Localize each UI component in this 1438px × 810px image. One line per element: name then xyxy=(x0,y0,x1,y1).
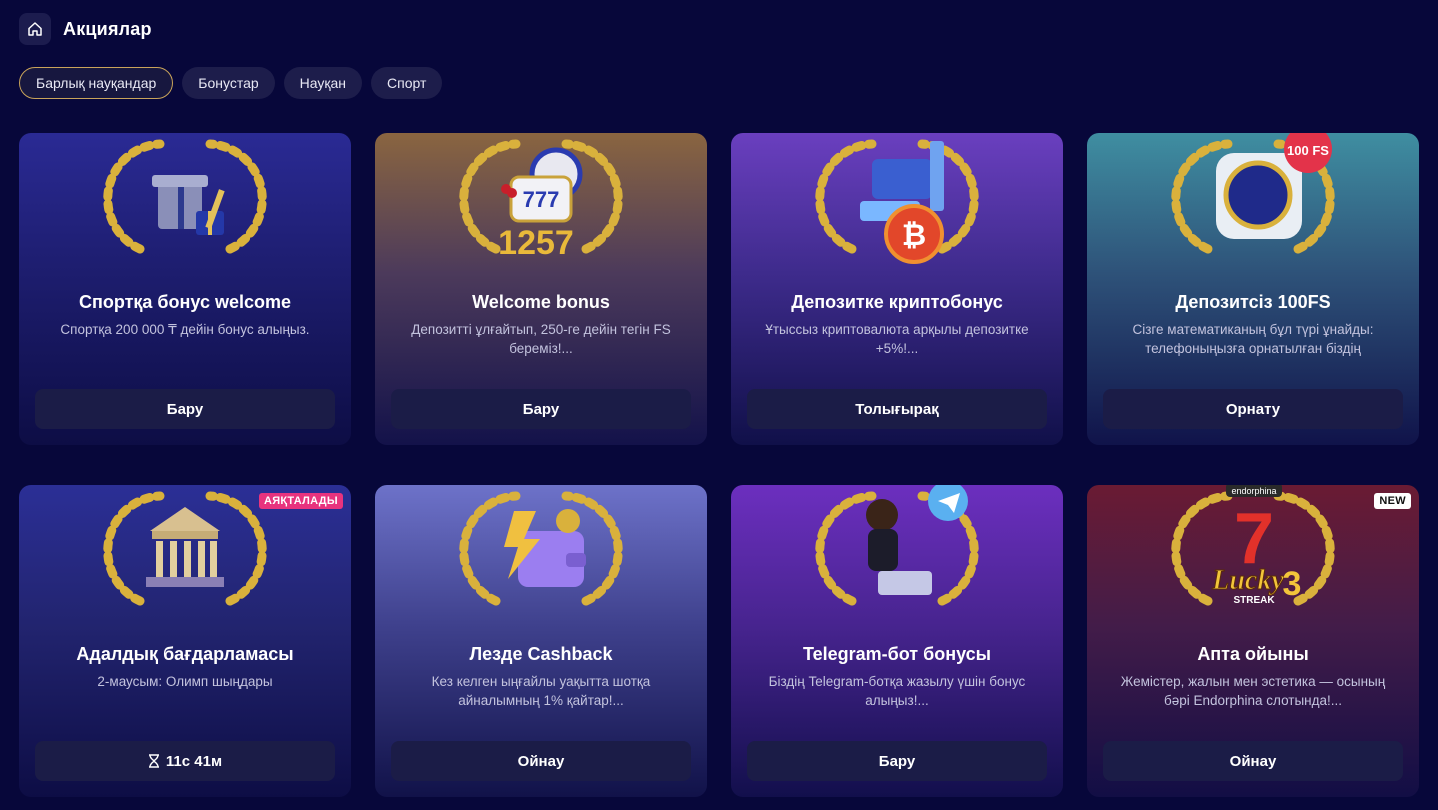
card-timer-button[interactable]: 11с 41м xyxy=(35,741,335,781)
card-title: Спортқа бонус welcome xyxy=(78,292,292,312)
timer-label: 11с 41м xyxy=(165,752,223,770)
button-label: Ойнау xyxy=(517,752,565,770)
card-go-button[interactable]: Бару xyxy=(747,741,1047,781)
home-button[interactable] xyxy=(19,13,51,45)
temple-icon xyxy=(103,491,267,606)
promo-grid: Спортқа бонус welcome Спортқа 200 000 ₸ … xyxy=(19,133,1419,797)
card-title: Welcome bonus xyxy=(472,292,610,312)
home-icon xyxy=(28,22,42,36)
card-title: Лезде Cashback xyxy=(469,644,613,664)
card-title: Telegram-бот бонусы xyxy=(802,644,992,664)
lucky-streak-icon: endorphina 7 Lucky STREAK 3 xyxy=(1171,485,1335,606)
button-label: Толығырақ xyxy=(855,400,939,418)
promo-card-game-of-week[interactable]: endorphina 7 Lucky STREAK 3 NEW Апта ойы… xyxy=(1087,485,1419,797)
filter-bonuses[interactable]: Бонустар xyxy=(182,67,275,99)
page-title: Акциялар xyxy=(63,18,152,39)
button-label: Ойнау xyxy=(1229,752,1277,770)
card-title: Адалдық бағдарламасы xyxy=(76,644,294,664)
button-label: Орнату xyxy=(1225,400,1281,418)
gift-box-icon xyxy=(103,139,267,254)
card-description: Депозитті ұлғайтып, 250-ге дейін тегін F… xyxy=(411,322,671,356)
svg-text:STREAK: STREAK xyxy=(1233,595,1275,606)
wallet-icon xyxy=(459,491,623,606)
promo-card-telegram[interactable]: Telegram-бот бонусы Біздің Telegram-ботқ… xyxy=(731,485,1063,797)
card-description: 2-маусым: Олимп шыңдары xyxy=(97,674,273,689)
svg-text:₿: ₿ xyxy=(902,218,926,253)
card-description: Сізге математиканың бұл түрі ұнайды: тел… xyxy=(1132,322,1374,356)
card-description: Спортқа 200 000 ₸ дейін бонус алыңыз. xyxy=(60,322,310,337)
page-header: Акциялар xyxy=(19,13,152,45)
card-title: Депозитсіз 100FS xyxy=(1175,292,1331,312)
hourglass-icon xyxy=(148,754,159,768)
filter-chips: Барлық науқандар Бонустар Науқан Спорт xyxy=(19,67,443,99)
button-label: Бару xyxy=(522,400,560,418)
svg-text:1257: 1257 xyxy=(498,224,574,262)
filter-campaign[interactable]: Науқан xyxy=(283,67,363,99)
svg-text:777: 777 xyxy=(523,187,560,212)
app-icon: 100 FS xyxy=(1171,133,1335,254)
slot-machine-icon: 777 1257 xyxy=(459,139,623,262)
filter-all-campaigns[interactable]: Барлық науқандар xyxy=(19,67,174,99)
card-install-button[interactable]: Орнату xyxy=(1103,389,1403,429)
card-play-button[interactable]: Ойнау xyxy=(391,741,691,781)
card-description: Кез келген ыңғайлы уақытта шотқа айналым… xyxy=(431,674,651,708)
telegram-icon xyxy=(815,485,979,606)
card-go-button[interactable]: Бару xyxy=(391,389,691,429)
button-label: Бару xyxy=(166,400,204,418)
svg-text:100 FS: 100 FS xyxy=(1287,143,1329,158)
card-description: Жемістер, жалын мен эстетика — осының бә… xyxy=(1120,674,1386,708)
card-go-button[interactable]: Бару xyxy=(35,389,335,429)
card-play-button[interactable]: Ойнау xyxy=(1103,741,1403,781)
promo-card-loyalty[interactable]: АЯҚТАЛАДЫ Адалдық бағдарламасы 2-маусым:… xyxy=(19,485,351,797)
promo-card-welcome-bonus[interactable]: 777 1257 Welcome bonus Депозитті ұлғайты… xyxy=(375,133,707,445)
bitcoin-icon: ₿ xyxy=(815,139,979,264)
promo-card-sport-welcome[interactable]: Спортқа бонус welcome Спортқа 200 000 ₸ … xyxy=(19,133,351,445)
promo-card-no-deposit-fs[interactable]: 100 FS Депозитсіз 100FS Сізге математика… xyxy=(1087,133,1419,445)
promo-card-crypto-bonus[interactable]: ₿ Депозитке криптобонус Ұтыссыз криптова… xyxy=(731,133,1063,445)
promo-card-cashback[interactable]: Лезде Cashback Кез келген ыңғайлы уақытт… xyxy=(375,485,707,797)
button-label: Бару xyxy=(878,752,916,770)
svg-text:3: 3 xyxy=(1283,565,1302,603)
card-description: Біздің Telegram-ботқа жазылу үшін бонус … xyxy=(768,674,1026,708)
card-more-button[interactable]: Толығырақ xyxy=(747,389,1047,429)
filter-sport[interactable]: Спорт xyxy=(371,67,443,99)
new-badge: NEW xyxy=(1374,493,1411,509)
card-title: Депозитке криптобонус xyxy=(791,292,1003,312)
svg-text:endorphina: endorphina xyxy=(1231,486,1276,496)
card-description: Ұтыссыз криптовалюта арқылы депозитке +5… xyxy=(765,322,1029,356)
card-title: Апта ойыны xyxy=(1197,644,1309,664)
ending-badge: АЯҚТАЛАДЫ xyxy=(258,493,343,509)
svg-text:Lucky: Lucky xyxy=(1211,565,1284,596)
